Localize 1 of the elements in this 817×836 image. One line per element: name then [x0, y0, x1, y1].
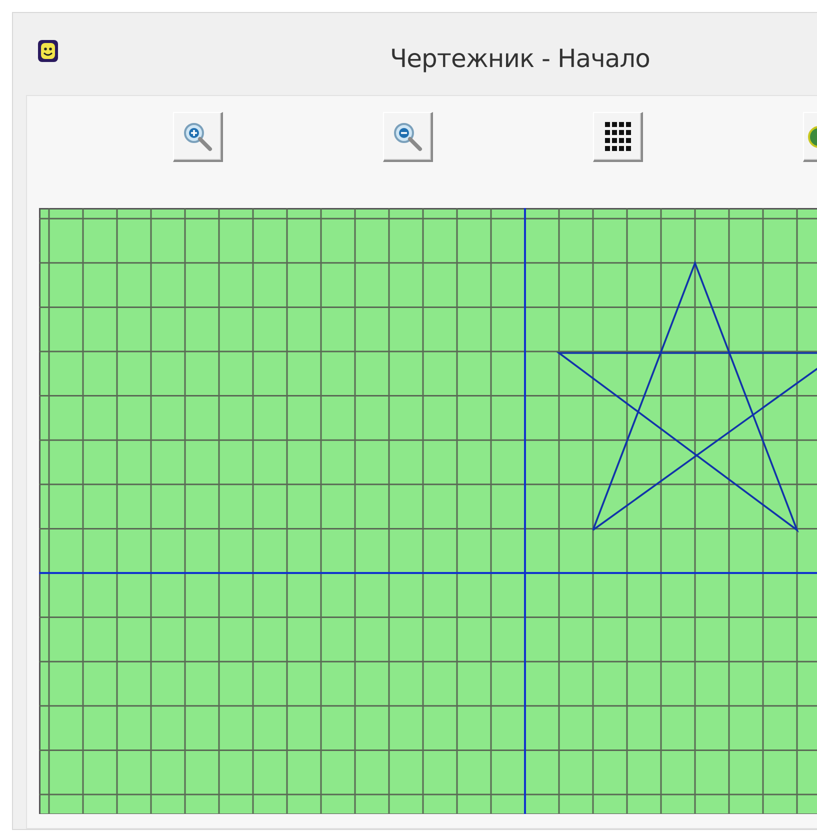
window-title: Чертежник - Начало	[390, 44, 650, 72]
